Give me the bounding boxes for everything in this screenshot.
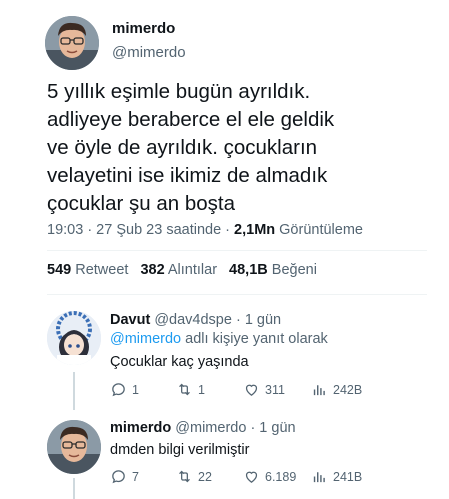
tweet-text-line: ve öyle de ayrıldık. çocukların: [47, 136, 318, 159]
thread-line: [73, 478, 75, 499]
views-label: Görüntüleme: [275, 222, 363, 238]
reply-count: 7: [132, 469, 139, 484]
tweet-text-line: çocuklar şu an boşta: [47, 192, 236, 215]
retweet-icon: [179, 470, 190, 483]
reply-header: mimerdo @mimerdo · 1 gün: [110, 420, 296, 436]
avatar-photo: [47, 420, 101, 474]
tweet-meta: 19:03 · 27 Şub 23 saatinde · 2,1Mn Görün…: [47, 222, 363, 238]
reply-text: Çocuklar kaç yaşında: [110, 354, 249, 370]
tweet-timestamp[interactable]: 19:03 · 27 Şub 23 saatinde ·: [47, 222, 234, 238]
reply-count: 1: [132, 382, 139, 397]
retweet-button[interactable]: 22: [176, 468, 212, 485]
views-button[interactable]: 241B: [311, 468, 362, 485]
author-name[interactable]: mimerdo: [112, 20, 175, 37]
divider: [47, 250, 427, 251]
retweets-count: 549: [47, 262, 72, 278]
reply-actions: 7 22 6.189 241B: [110, 468, 430, 488]
views-button[interactable]: 242B: [311, 381, 362, 398]
reply-author-handle[interactable]: @dav4dspe: [154, 312, 232, 328]
replying-to: @mimerdo adlı kişiye yanıt olarak: [110, 331, 328, 347]
reply-author-handle[interactable]: @mimerdo: [175, 420, 246, 436]
views-icon: [313, 385, 325, 396]
reply-button[interactable]: 7: [110, 468, 139, 485]
like-icon: [245, 471, 258, 483]
view-count: 242B: [333, 382, 363, 397]
tweet-text-line: velayetini ise ikimiz de almadık: [47, 164, 328, 187]
view-count: 241B: [333, 469, 363, 484]
anime-avatar-image: [47, 311, 101, 365]
likes-label: Beğeni: [271, 262, 317, 278]
replying-suffix: adlı kişiye yanıt olarak: [181, 331, 328, 347]
retweets-label: Retweet: [75, 262, 129, 278]
author-handle[interactable]: @mimerdo: [112, 44, 186, 61]
reply-author-name[interactable]: mimerdo: [110, 420, 171, 436]
tweet-text: 5 yıllık eşimle bugün ayrıldık. adliyeye…: [47, 78, 437, 218]
reply-button[interactable]: 1: [110, 381, 139, 398]
quotes-count: 382: [140, 262, 165, 278]
tweet-stats: 549 Retweet 382 Alıntılar 48,1B Beğeni: [47, 262, 317, 278]
tweet-text-line: adliyeye beraberce el ele geldik: [47, 108, 335, 131]
retweet-count: 22: [198, 469, 212, 484]
likes-count: 48,1B: [229, 262, 268, 278]
tweet-text-line: 5 yıllık eşimle bugün ayrıldık.: [47, 80, 311, 103]
views-count: 2,1Mn: [234, 222, 276, 238]
thread-line: [73, 372, 75, 410]
quotes-label: Alıntılar: [167, 262, 218, 278]
reply-icon: [112, 470, 125, 484]
reply-time[interactable]: · 1 gün: [236, 312, 281, 328]
retweets-stat[interactable]: 549 Retweet: [47, 262, 128, 278]
reply-header: Davut @dav4dspe · 1 gün: [110, 312, 281, 328]
reply-text: dmden bilgi verilmiştir: [110, 442, 250, 458]
divider: [47, 294, 427, 295]
views-icon: [313, 472, 325, 483]
avatar[interactable]: [45, 16, 99, 70]
retweet-count: 1: [198, 382, 205, 397]
likes-stat[interactable]: 48,1B Beğeni: [229, 262, 317, 278]
avatar-photo: [45, 16, 99, 70]
like-icon: [245, 384, 258, 396]
reply-author-name[interactable]: Davut: [110, 312, 150, 328]
like-count: 6.189: [265, 469, 297, 484]
reply-actions: 1 1 311 242B: [110, 381, 430, 401]
reply-avatar[interactable]: [47, 420, 101, 474]
reply-avatar[interactable]: [47, 311, 101, 365]
like-button[interactable]: 311: [243, 381, 285, 398]
retweet-icon: [179, 383, 190, 396]
reply-icon: [112, 383, 125, 397]
like-button[interactable]: 6.189: [243, 468, 296, 485]
like-count: 311: [265, 382, 285, 397]
replying-mention[interactable]: @mimerdo: [110, 331, 181, 347]
retweet-button[interactable]: 1: [176, 381, 205, 398]
reply-time[interactable]: · 1 gün: [250, 420, 295, 436]
quotes-stat[interactable]: 382 Alıntılar: [140, 262, 217, 278]
